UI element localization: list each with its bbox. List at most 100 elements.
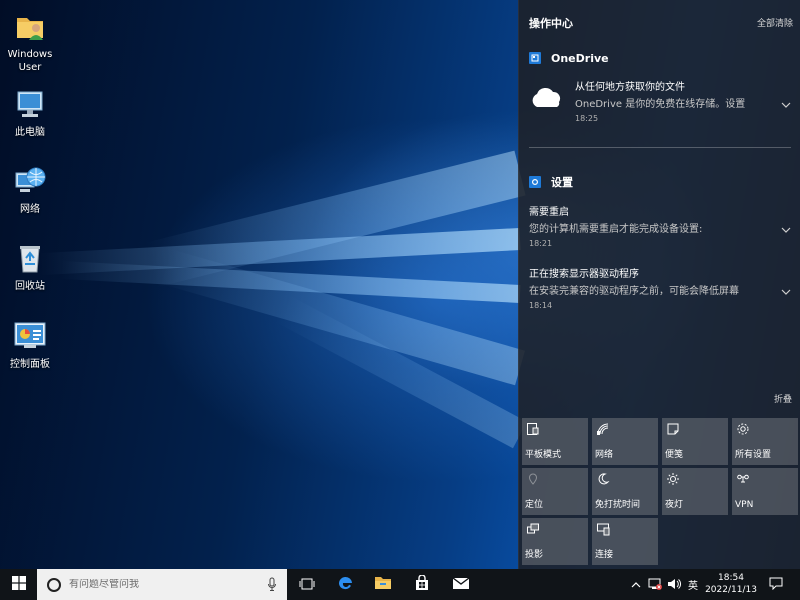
quick-action-label: 网络	[595, 450, 614, 460]
chevron-down-icon[interactable]	[781, 95, 791, 108]
store-button[interactable]	[403, 569, 441, 600]
clock[interactable]: 18:54 2022/11/13	[702, 572, 760, 596]
mail-icon	[452, 575, 470, 594]
search-input[interactable]	[69, 579, 259, 590]
cortana-icon	[47, 577, 61, 592]
group-divider	[529, 147, 791, 148]
chevron-down-icon[interactable]	[781, 220, 791, 233]
desktop-icon-label: 此电脑	[15, 127, 45, 138]
notification-body: 您的计算机需要重启才能完成设备设置:	[529, 224, 703, 235]
cloud-icon	[529, 86, 565, 110]
network-status-button[interactable]	[646, 569, 664, 600]
notification-title: 需要重启	[529, 207, 569, 218]
notification-title: 从任何地方获取你的文件	[575, 82, 685, 93]
quick-action-label: 定位	[525, 500, 544, 510]
desktop-icon-label: 回收站	[15, 281, 45, 292]
quick-action-label: 所有设置	[735, 450, 772, 460]
network-disconnected-icon	[648, 575, 662, 594]
desktop-icon-this-pc[interactable]: 此电脑	[0, 86, 60, 139]
edge-browser-button[interactable]	[326, 569, 364, 600]
gear-icon	[736, 421, 750, 435]
clock-date: 2022/11/13	[705, 585, 757, 595]
notification-title: 正在搜索显示器驱动程序	[529, 269, 639, 280]
desktop-icon-label: 网络	[20, 204, 40, 215]
wallpaper-beam	[159, 248, 525, 386]
notification-item[interactable]: 需要重启 您的计算机需要重启才能完成设备设置: 18:21	[519, 203, 800, 248]
microphone-icon[interactable]	[267, 577, 277, 592]
settings-app-icon	[529, 176, 541, 188]
note-icon	[666, 421, 680, 435]
onedrive-app-icon	[529, 52, 541, 64]
task-view-button[interactable]	[288, 569, 326, 600]
notification-time: 18:14	[529, 301, 553, 310]
quick-action-tablet-mode[interactable]: 平板模式	[522, 418, 588, 465]
quick-action-label: 便笺	[665, 450, 684, 460]
notification-body: 在安装完兼容的驱动程序之前，可能会降低屏幕	[529, 286, 739, 297]
chevron-down-icon[interactable]	[781, 282, 791, 295]
file-explorer-button[interactable]	[364, 569, 402, 600]
desktop-icon-recycle-bin[interactable]: 回收站	[0, 240, 60, 293]
connect-icon	[596, 521, 610, 536]
this-pc-icon	[12, 86, 48, 122]
action-center-header: 操作中心 全部清除	[529, 15, 793, 31]
quick-action-project[interactable]: 投影	[522, 518, 588, 565]
network-icon	[596, 421, 610, 435]
vpn-icon	[736, 471, 750, 485]
chevron-up-icon	[631, 575, 641, 594]
quick-action-quiet-hours[interactable]: 免打扰时间	[592, 468, 658, 515]
quick-action-connect[interactable]: 连接	[592, 518, 658, 565]
location-icon	[526, 471, 540, 485]
action-center-button[interactable]	[760, 569, 792, 600]
quick-action-label: 平板模式	[525, 450, 562, 460]
taskbar: 英 18:54 2022/11/13	[0, 569, 800, 600]
notification-group-settings: 设置	[529, 174, 573, 190]
quick-action-location[interactable]: 定位	[522, 468, 588, 515]
control-panel-icon	[12, 318, 48, 354]
action-center-title: 操作中心	[529, 17, 573, 30]
quick-action-note[interactable]: 便笺	[662, 418, 728, 465]
quick-action-label: 连接	[595, 550, 614, 560]
notification-item[interactable]: 正在搜索显示器驱动程序 在安装完兼容的驱动程序之前，可能会降低屏幕 18:14	[519, 265, 800, 310]
notification-item[interactable]: 从任何地方获取你的文件 OneDrive 是你的免费在线存储。设置 18:25	[519, 78, 800, 123]
folder-icon	[374, 575, 392, 594]
notification-time: 18:21	[529, 239, 553, 248]
mail-button[interactable]	[442, 569, 480, 600]
clear-all-button[interactable]: 全部清除	[757, 16, 793, 29]
store-bag-icon	[414, 573, 430, 595]
moon-icon	[596, 471, 610, 485]
project-icon	[526, 521, 540, 535]
task-view-icon	[299, 575, 315, 594]
brightness-icon	[666, 471, 680, 485]
volume-button[interactable]	[665, 569, 683, 600]
speaker-icon	[667, 575, 681, 594]
desktop-icon-label: Windows User	[7, 49, 53, 73]
notification-group-name: 设置	[551, 176, 573, 189]
collapse-button[interactable]: 折叠	[774, 392, 792, 405]
quick-action-vpn[interactable]: VPN	[732, 468, 798, 515]
search-box[interactable]	[37, 569, 287, 600]
quick-action-label: 免打扰时间	[595, 500, 641, 510]
quick-action-network[interactable]: 网络	[592, 418, 658, 465]
windows-logo-icon	[11, 575, 26, 594]
user-folder-icon	[12, 8, 48, 44]
input-method-button[interactable]: 英	[684, 569, 702, 600]
network-globe-icon	[12, 163, 48, 199]
desktop-icon-windows-user[interactable]: Windows User	[0, 8, 60, 74]
quick-action-night-light[interactable]: 夜灯	[662, 468, 728, 515]
desktop-icon-control-panel[interactable]: 控制面板	[0, 318, 60, 371]
quick-action-all-settings[interactable]: 所有设置	[732, 418, 798, 465]
show-hidden-icons-button[interactable]	[628, 569, 644, 600]
notification-icon	[769, 575, 783, 594]
edge-icon	[336, 574, 354, 596]
clock-time: 18:54	[718, 573, 744, 583]
notification-group-onedrive: OneDrive	[529, 50, 609, 66]
quick-action-label: 投影	[525, 550, 544, 560]
start-button[interactable]	[0, 569, 37, 600]
action-center-panel: 操作中心 全部清除 OneDrive 从任何地方获取你的文件 OneDrive …	[518, 0, 800, 569]
notification-group-name: OneDrive	[551, 51, 609, 65]
recycle-bin-icon	[12, 240, 48, 276]
tablet-mode-icon	[526, 421, 540, 435]
desktop-icon-network[interactable]: 网络	[0, 163, 60, 216]
desktop-icon-label: 控制面板	[10, 359, 50, 370]
notification-time: 18:25	[575, 114, 599, 123]
